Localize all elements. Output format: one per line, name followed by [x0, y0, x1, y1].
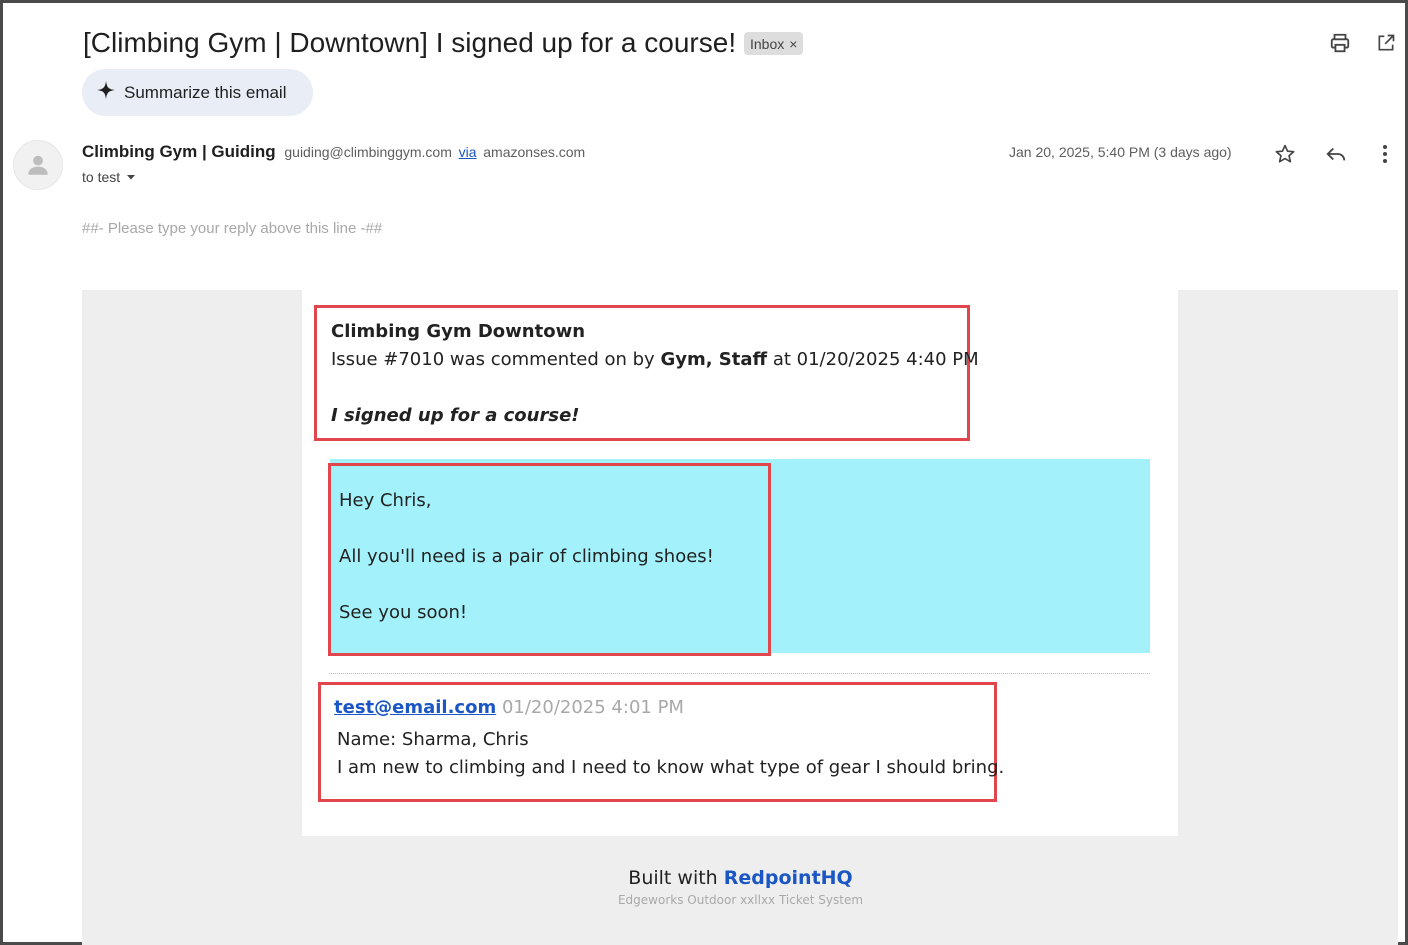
sender-line: Climbing Gym | Guiding guiding@climbingg… — [82, 142, 585, 162]
reply-marker-line: ##- Please type your reply above this li… — [82, 220, 383, 237]
reply-closing: See you soon! — [339, 602, 468, 623]
issue-suffix: at 01/20/2025 4:40 PM — [772, 349, 979, 370]
built-with-line: Built with RedpointHQ — [3, 867, 1408, 889]
avatar-icon — [28, 155, 48, 175]
ticket-system-name: Edgeworks Outdoor xxllxx Ticket System — [617, 893, 864, 907]
reply-greeting: Hey Chris, — [339, 490, 432, 511]
reply-icon[interactable] — [1321, 139, 1351, 169]
more-options-icon[interactable] — [1370, 139, 1400, 169]
built-with-text: Built with — [628, 867, 718, 889]
open-in-new-window-icon[interactable] — [1373, 30, 1399, 56]
issue-prefix: Issue #7010 was commented on by — [331, 349, 655, 370]
ticket-org: Climbing Gym Downtown — [331, 321, 586, 342]
inbox-label-chip[interactable]: Inbox × — [744, 32, 804, 55]
via-link[interactable]: via — [459, 144, 477, 160]
original-name-line: Name: Sharma, Chris — [337, 729, 529, 750]
email-date: Jan 20, 2025, 5:40 PM (3 days ago) — [1009, 144, 1232, 160]
divider — [329, 673, 1150, 674]
recipient-details-toggle[interactable]: to test — [82, 169, 136, 185]
dropdown-icon — [126, 169, 136, 185]
original-header: test@email.com 01/20/2025 4:01 PM — [334, 697, 684, 718]
inbox-label-text: Inbox — [750, 35, 785, 52]
summarize-label: Summarize this email — [124, 82, 287, 102]
issue-commenter: Gym, Staff — [660, 349, 768, 370]
to-line-text: to test — [82, 169, 121, 185]
author-email-link[interactable]: test@email.com — [334, 697, 496, 718]
ticket-issue-line: Issue #7010 was commented on by Gym, Sta… — [331, 349, 979, 370]
sender-email: guiding@climbinggym.com — [284, 144, 452, 160]
ticket-title: I signed up for a course! — [331, 405, 580, 426]
original-message: I am new to climbing and I need to know … — [337, 757, 1005, 778]
reply-body: All you'll need is a pair of climbing sh… — [339, 546, 714, 567]
original-timestamp: 01/20/2025 4:01 PM — [501, 697, 684, 718]
print-icon[interactable] — [1327, 30, 1353, 56]
star-icon[interactable] — [1270, 139, 1300, 169]
sender-name[interactable]: Climbing Gym | Guiding — [82, 142, 276, 161]
sparkle-icon — [96, 80, 116, 105]
via-domain: amazonses.com — [483, 144, 586, 160]
email-subject: [Climbing Gym | Downtown] I signed up fo… — [83, 27, 737, 58]
summarize-email-button[interactable]: Summarize this email — [82, 69, 313, 116]
brand-link[interactable]: RedpointHQ — [724, 867, 853, 889]
remove-label-button[interactable]: × — [789, 36, 797, 52]
sender-avatar[interactable] — [13, 140, 63, 190]
